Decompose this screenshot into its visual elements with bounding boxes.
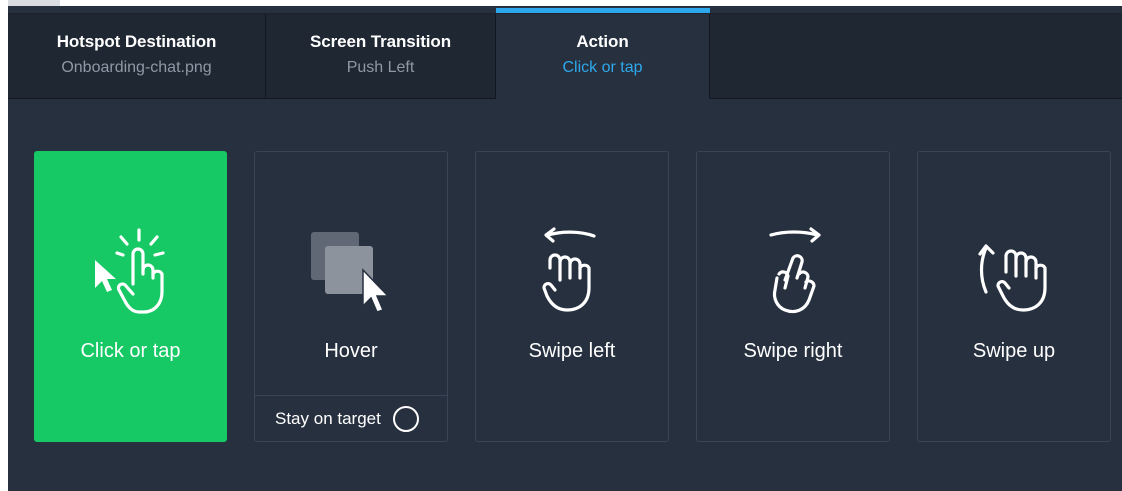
stay-on-target-radio[interactable] [392,405,419,432]
tab-value: Onboarding-chat.png [61,59,212,76]
action-label: Swipe up [972,340,1056,362]
tab-hotspot-destination[interactable]: Hotspot Destination Onboarding-chat.png [8,14,266,98]
action-card-swipe-up[interactable]: Swipe up [917,151,1111,442]
action-card-swipe-left[interactable]: Swipe left [475,151,669,442]
tab-title: Action [576,32,629,51]
action-card-click-or-tap[interactable]: Click or tap [34,151,227,442]
action-card-swipe-right[interactable]: Swipe right [696,151,890,442]
tab-title: Hotspot Destination [56,32,217,51]
action-label: Swipe left [528,340,616,362]
tab-value: Push Left [346,59,415,76]
click-tap-hand-icon [81,222,181,327]
action-label: Swipe right [743,340,843,362]
stay-on-target-option[interactable]: Stay on target [255,395,447,441]
tab-title: Screen Transition [310,32,451,51]
action-label: Click or tap [80,340,181,362]
action-label: Hover [324,340,378,362]
action-card-hover[interactable]: Hover Stay on target [254,151,448,442]
tab-screen-transition[interactable]: Screen Transition Push Left [266,14,495,98]
tab-value: Click or tap [562,59,643,76]
swipe-up-hand-icon [964,222,1064,327]
hover-cursor-icon [301,222,401,327]
tab-bar: Hotspot Destination Onboarding-chat.png … [8,14,1122,99]
swipe-right-hand-icon [743,222,843,327]
swipe-left-hand-icon [522,222,622,327]
active-tab-indicator [496,8,710,13]
stay-on-target-label: Stay on target [275,408,381,428]
tab-action[interactable]: Action Click or tap [495,14,710,99]
